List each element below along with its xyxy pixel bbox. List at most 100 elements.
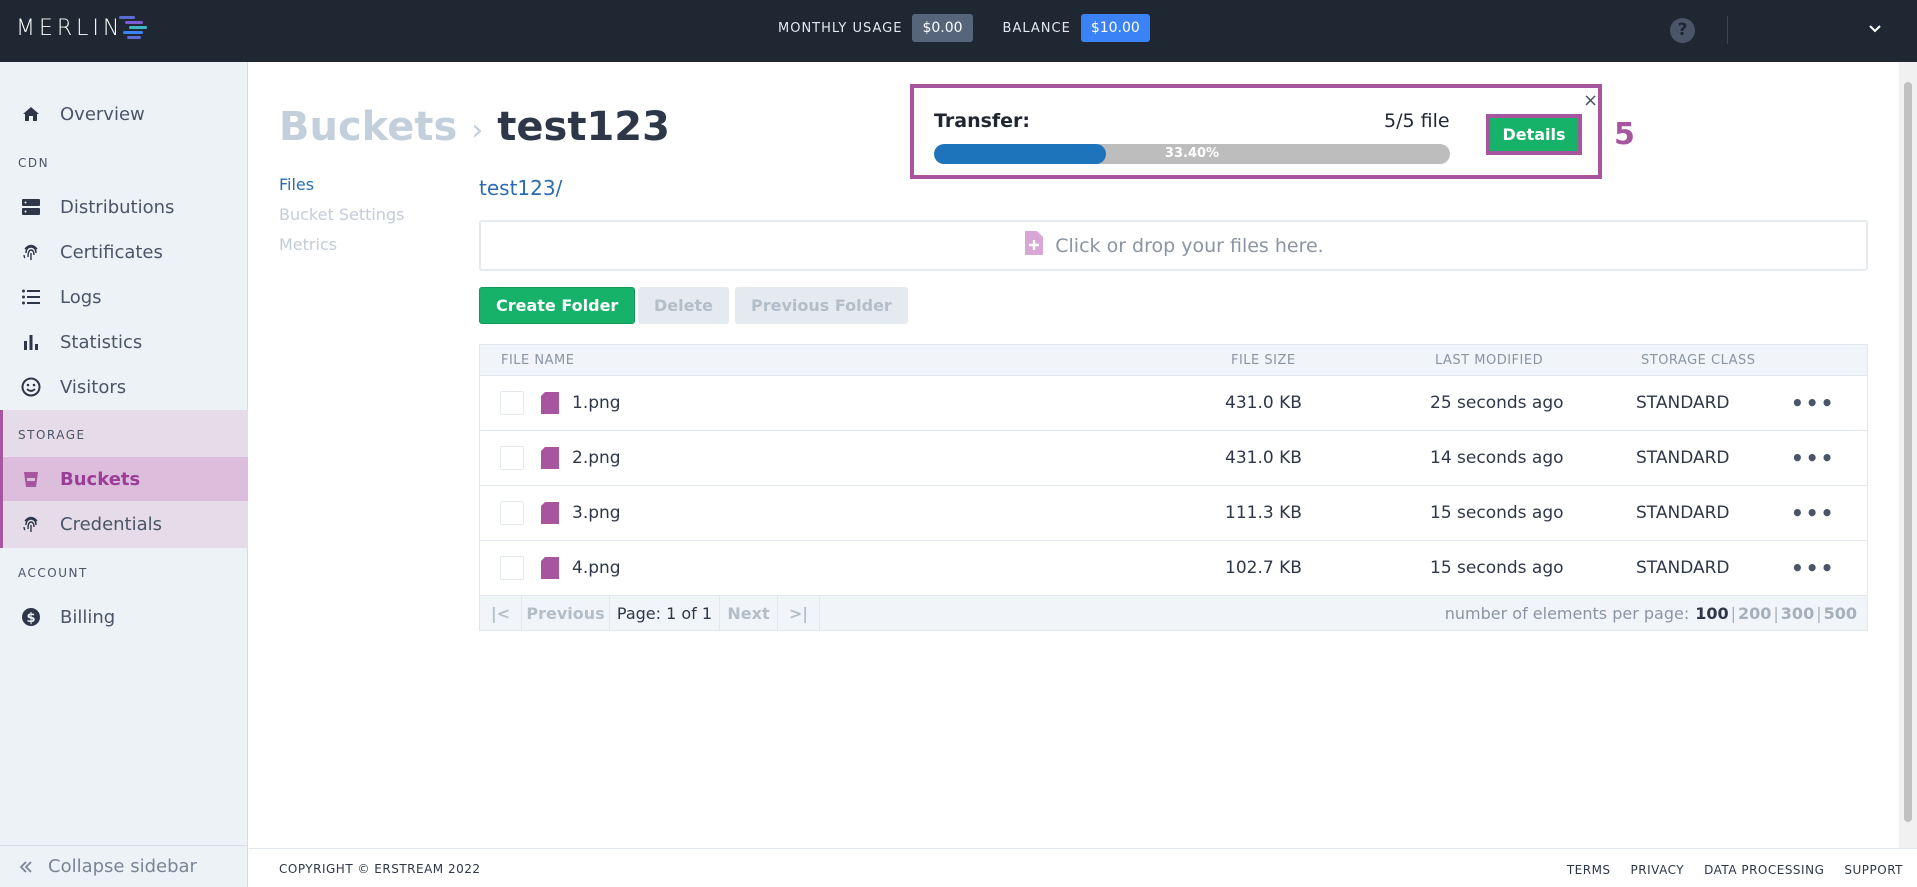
- collapse-sidebar-button[interactable]: Collapse sidebar: [0, 845, 248, 887]
- scrollbar-thumb[interactable]: [1904, 82, 1912, 822]
- header-file-name[interactable]: FILE NAME: [501, 345, 574, 375]
- help-icon[interactable]: ?: [1670, 18, 1695, 43]
- row-menu-icon[interactable]: •••: [1791, 431, 1835, 485]
- logo[interactable]: MERLIN: [16, 14, 149, 42]
- sidebar-item-credentials[interactable]: Credentials: [0, 502, 248, 546]
- row-menu-icon[interactable]: •••: [1791, 376, 1835, 430]
- scrollbar[interactable]: [1899, 62, 1917, 848]
- sidebar-item-buckets[interactable]: Buckets: [0, 457, 248, 501]
- table-row[interactable]: 3.png 111.3 KB 15 seconds ago STANDARD •…: [480, 485, 1867, 540]
- bucket-subnav: Files Bucket Settings Metrics: [279, 175, 404, 265]
- row-checkbox[interactable]: [500, 556, 524, 580]
- per-page-selector: number of elements per page: 100 | 200 |…: [1444, 604, 1857, 623]
- last-modified: 25 seconds ago: [1430, 393, 1564, 413]
- file-icon: [540, 376, 560, 430]
- last-modified: 14 seconds ago: [1430, 448, 1564, 468]
- fingerprint-icon: [20, 241, 42, 263]
- file-add-icon: [1023, 230, 1045, 261]
- previous-folder-button[interactable]: Previous Folder: [735, 287, 908, 324]
- per-page-option-200[interactable]: 200: [1738, 604, 1771, 623]
- sidebar-item-label: Visitors: [60, 376, 127, 398]
- footer-link-terms[interactable]: TERMS: [1567, 863, 1611, 877]
- svg-text:$: $: [26, 611, 35, 626]
- details-button[interactable]: Details: [1486, 114, 1582, 155]
- table-row[interactable]: 4.png 102.7 KB 15 seconds ago STANDARD •…: [480, 540, 1867, 595]
- chevron-down-icon[interactable]: [1867, 21, 1883, 37]
- sidebar-item-label: Buckets: [60, 468, 141, 490]
- annotation-label: 5: [1614, 117, 1635, 152]
- bar-chart-icon: [20, 331, 42, 353]
- tab-metrics[interactable]: Metrics: [279, 235, 404, 265]
- footer-link-privacy[interactable]: PRIVACY: [1631, 863, 1685, 877]
- page-title: test123: [497, 104, 670, 150]
- breadcrumb-separator: ›: [471, 113, 484, 148]
- pagination: |< Previous Page: 1 of 1 Next >| number …: [480, 595, 1867, 631]
- per-page-option-100[interactable]: 100: [1695, 604, 1728, 623]
- upload-dropzone[interactable]: Click or drop your files here.: [479, 220, 1868, 271]
- per-page-option-300[interactable]: 300: [1781, 604, 1814, 623]
- logo-mark-icon: [119, 16, 148, 39]
- smile-icon: [20, 376, 42, 398]
- section-cdn: CDN: [18, 156, 50, 170]
- storage-class: STANDARD: [1636, 448, 1730, 468]
- sidebar: Overview CDN Distributions Certificates …: [0, 62, 248, 887]
- double-chevron-left-icon: [19, 860, 32, 873]
- logo-text: MERLIN: [16, 15, 124, 41]
- header-file-size[interactable]: FILE SIZE: [1231, 345, 1296, 375]
- create-folder-button[interactable]: Create Folder: [479, 287, 636, 324]
- footer-links: TERMS PRIVACY DATA PROCESSING SUPPORT: [1547, 863, 1903, 877]
- sidebar-item-billing[interactable]: $ Billing: [0, 595, 248, 639]
- row-menu-icon[interactable]: •••: [1791, 541, 1835, 595]
- file-name[interactable]: 2.png: [572, 431, 621, 485]
- row-checkbox[interactable]: [500, 446, 524, 470]
- file-name[interactable]: 4.png: [572, 541, 621, 595]
- table-row[interactable]: 1.png 431.0 KB 25 seconds ago STANDARD •…: [480, 375, 1867, 430]
- last-page-button[interactable]: >|: [778, 596, 820, 631]
- table-row[interactable]: 2.png 431.0 KB 14 seconds ago STANDARD •…: [480, 430, 1867, 485]
- breadcrumb-parent[interactable]: Buckets: [279, 104, 457, 150]
- sidebar-item-statistics[interactable]: Statistics: [0, 320, 248, 364]
- transfer-panel: Transfer: 5/5 file 33.40% Details ×: [910, 84, 1602, 179]
- balance-label: BALANCE: [1002, 20, 1071, 36]
- page-info: Page: 1 of 1: [610, 596, 720, 631]
- next-page-button[interactable]: Next: [720, 596, 778, 631]
- file-size: 431.0 KB: [1225, 448, 1302, 468]
- footer-link-data-processing[interactable]: DATA PROCESSING: [1704, 863, 1824, 877]
- top-bar: MERLIN MONTHLY USAGE $0.00 BALANCE $10.0…: [0, 0, 1917, 62]
- usage-summary: MONTHLY USAGE $0.00 BALANCE $10.00: [778, 14, 1180, 42]
- close-icon[interactable]: ×: [1583, 90, 1598, 111]
- tab-bucket-settings[interactable]: Bucket Settings: [279, 205, 404, 235]
- row-checkbox[interactable]: [500, 501, 524, 525]
- row-menu-icon[interactable]: •••: [1791, 486, 1835, 540]
- previous-page-button[interactable]: Previous: [522, 596, 610, 631]
- storage-class: STANDARD: [1636, 393, 1730, 413]
- row-checkbox[interactable]: [500, 391, 524, 415]
- sidebar-item-distributions[interactable]: Distributions: [0, 185, 248, 229]
- monthly-usage-label: MONTHLY USAGE: [778, 20, 903, 36]
- footer: COPYRIGHT © ERSTREAM 2022 TERMS PRIVACY …: [249, 848, 1917, 887]
- delete-button[interactable]: Delete: [638, 287, 729, 324]
- file-size: 431.0 KB: [1225, 393, 1302, 413]
- file-name[interactable]: 1.png: [572, 376, 621, 430]
- balance-badge[interactable]: $10.00: [1080, 14, 1150, 42]
- footer-link-support[interactable]: SUPPORT: [1844, 863, 1903, 877]
- per-page-option-500[interactable]: 500: [1824, 604, 1857, 623]
- last-modified: 15 seconds ago: [1430, 558, 1564, 578]
- last-modified: 15 seconds ago: [1430, 503, 1564, 523]
- tab-files[interactable]: Files: [279, 175, 404, 205]
- sidebar-item-logs[interactable]: Logs: [0, 275, 248, 319]
- sidebar-item-certificates[interactable]: Certificates: [0, 230, 248, 274]
- sidebar-item-visitors[interactable]: Visitors: [0, 365, 248, 409]
- first-page-button[interactable]: |<: [480, 596, 522, 631]
- current-path-link[interactable]: test123/: [479, 176, 562, 200]
- file-icon: [540, 486, 560, 540]
- header-last-modified[interactable]: LAST MODIFIED: [1435, 345, 1543, 375]
- sidebar-item-overview[interactable]: Overview: [0, 92, 248, 136]
- header-storage-class[interactable]: STORAGE CLASS: [1641, 345, 1756, 375]
- sidebar-item-label: Billing: [60, 606, 116, 628]
- file-name[interactable]: 3.png: [572, 486, 621, 540]
- storage-class: STANDARD: [1636, 503, 1730, 523]
- transfer-label: Transfer:: [934, 110, 1031, 132]
- breadcrumb: Buckets › test123: [279, 104, 670, 150]
- file-icon: [540, 541, 560, 595]
